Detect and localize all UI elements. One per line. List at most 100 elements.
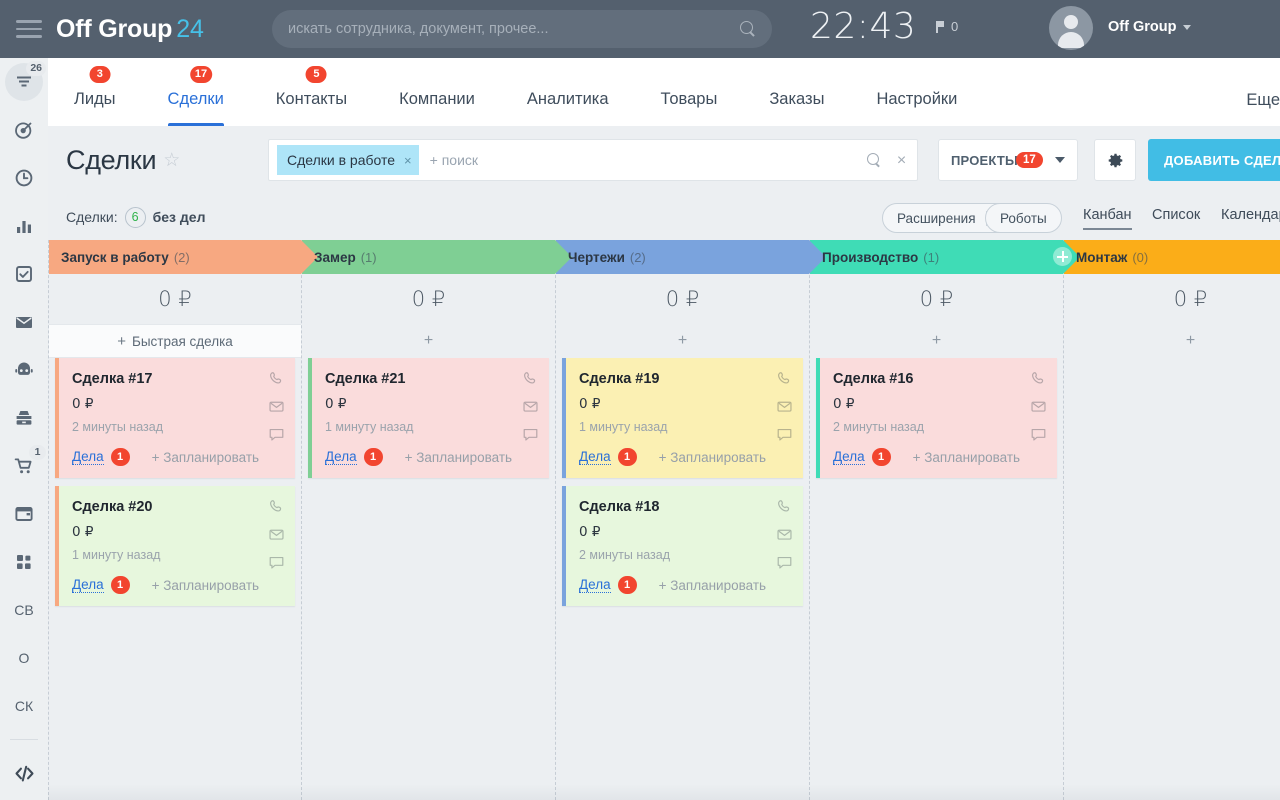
deal-card[interactable]: Сделка #180 ₽2 минуты назадДела1+ Заплан… xyxy=(562,486,803,606)
deal-card[interactable]: Сделка #210 ₽1 минуту назадДела1+ Заплан… xyxy=(308,358,549,478)
deal-activities-link[interactable]: Дела xyxy=(833,449,865,465)
plus-icon: + xyxy=(1186,332,1195,350)
envelope-icon[interactable] xyxy=(776,526,793,543)
sidebar-item-sk-section[interactable]: СК xyxy=(0,682,48,730)
tab-1[interactable]: 17Сделки xyxy=(168,90,224,126)
envelope-icon[interactable] xyxy=(268,526,285,543)
settings-button[interactable] xyxy=(1094,139,1136,181)
deal-actions-row: Дела1+ Запланировать xyxy=(579,576,789,606)
sidebar-item-sv-section[interactable]: СВ xyxy=(0,586,48,634)
user-menu[interactable]: Off Group xyxy=(1108,19,1191,35)
sidebar-item-o-section[interactable]: О xyxy=(0,634,48,682)
schedule-link[interactable]: + Запланировать xyxy=(659,450,766,465)
view-tab-kanban[interactable]: Канбан xyxy=(1083,207,1132,230)
envelope-icon[interactable] xyxy=(776,398,793,415)
chat-icon[interactable] xyxy=(776,554,793,571)
sidebar-item-developer[interactable] xyxy=(0,749,48,797)
stage-header[interactable]: Монтаж(0) xyxy=(1064,240,1280,274)
notifications-flag[interactable]: 0 xyxy=(936,19,958,34)
deal-sum: 0 ₽ xyxy=(325,396,535,412)
phone-icon[interactable] xyxy=(522,370,539,387)
sidebar-item-analytics[interactable] xyxy=(0,202,48,250)
envelope-icon xyxy=(14,312,34,332)
sidebar-item-sites[interactable] xyxy=(0,490,48,538)
schedule-link[interactable]: + Запланировать xyxy=(659,578,766,593)
clear-icon[interactable]: × xyxy=(894,153,909,168)
sidebar-item-applications[interactable] xyxy=(0,538,48,586)
deal-activities-link[interactable]: Дела xyxy=(579,577,611,593)
sidebar-item-label: СВ xyxy=(14,602,33,618)
tab-6[interactable]: Заказы xyxy=(769,90,824,126)
deal-activities-link[interactable]: Дела xyxy=(579,449,611,465)
brand-logo[interactable]: Off Group24 xyxy=(56,15,204,44)
phone-icon[interactable] xyxy=(776,370,793,387)
chat-icon[interactable] xyxy=(522,426,539,443)
deal-card[interactable]: Сделка #200 ₽1 минуту назадДела1+ Заплан… xyxy=(55,486,295,606)
add-stage-button[interactable] xyxy=(1053,247,1072,266)
add-deal-button[interactable]: ДОБАВИТЬ СДЕЛКУ xyxy=(1148,139,1280,181)
phone-icon[interactable] xyxy=(268,498,285,515)
chat-icon[interactable] xyxy=(268,554,285,571)
avatar[interactable] xyxy=(1049,6,1093,50)
sidebar-item-live-feed[interactable]: 26 xyxy=(0,58,48,106)
stage-header[interactable]: Чертежи(2) xyxy=(556,240,809,274)
add-card-button[interactable]: + xyxy=(302,324,555,358)
tab-3[interactable]: Компании xyxy=(399,90,475,126)
envelope-icon[interactable] xyxy=(1030,398,1047,415)
crm-kanban-page: Off Group24 искать сотрудника, документ,… xyxy=(0,0,1280,800)
stage-header[interactable]: Замер(1) xyxy=(302,240,555,274)
hamburger-icon[interactable] xyxy=(16,20,42,38)
robots-button[interactable]: Роботы xyxy=(985,203,1062,233)
sidebar-item-time[interactable] xyxy=(0,154,48,202)
projects-button[interactable]: ПРОЕКТЫ 17 xyxy=(938,139,1078,181)
sidebar-item-cashbox[interactable] xyxy=(0,394,48,442)
deal-activities-link[interactable]: Дела xyxy=(72,577,104,593)
deal-card[interactable]: Сделка #190 ₽1 минуту назадДела1+ Заплан… xyxy=(562,358,803,478)
global-search-input[interactable]: искать сотрудника, документ, прочее... xyxy=(272,10,772,48)
search-icon[interactable] xyxy=(867,153,882,168)
envelope-icon[interactable] xyxy=(268,398,285,415)
page-title: Сделки xyxy=(66,145,156,176)
envelope-icon[interactable] xyxy=(522,398,539,415)
schedule-link[interactable]: + Запланировать xyxy=(152,578,259,593)
filter-chip[interactable]: Сделки в работе × xyxy=(277,145,419,175)
star-outline-icon[interactable]: ☆ xyxy=(163,149,180,172)
tab-7[interactable]: Настройки xyxy=(876,90,957,126)
tab-2[interactable]: 5Контакты xyxy=(276,90,347,126)
schedule-link[interactable]: + Запланировать xyxy=(152,450,259,465)
chat-icon[interactable] xyxy=(1030,426,1047,443)
deal-card[interactable]: Сделка #160 ₽2 минуты назадДела1+ Заплан… xyxy=(816,358,1057,478)
schedule-link[interactable]: + Запланировать xyxy=(405,450,512,465)
card-action-icons xyxy=(268,498,285,571)
sidebar-item-tasks[interactable] xyxy=(0,250,48,298)
quick-deal-button[interactable]: +Быстрая сделка xyxy=(49,324,301,358)
chat-icon[interactable] xyxy=(776,426,793,443)
deal-card[interactable]: Сделка #170 ₽2 минуты назадДела1+ Заплан… xyxy=(55,358,295,478)
stage-header[interactable]: Запуск в работу(2) xyxy=(49,240,301,274)
phone-icon[interactable] xyxy=(776,498,793,515)
deal-activities-link[interactable]: Дела xyxy=(72,449,104,465)
tab-0[interactable]: 3Лиды xyxy=(74,90,116,126)
add-card-button[interactable]: + xyxy=(556,324,809,358)
tab-4[interactable]: Аналитика xyxy=(527,90,609,126)
view-tab-calendar[interactable]: Календарь xyxy=(1221,207,1280,228)
sidebar-item-mail[interactable] xyxy=(0,298,48,346)
add-card-button[interactable]: + xyxy=(1064,324,1280,358)
deal-activities-badge: 1 xyxy=(364,448,383,466)
sidebar-item-online-store[interactable]: 1 xyxy=(0,442,48,490)
close-icon[interactable]: × xyxy=(404,153,412,168)
schedule-link[interactable]: + Запланировать xyxy=(913,450,1020,465)
phone-icon[interactable] xyxy=(1030,370,1047,387)
stage-header[interactable]: Производство(1) xyxy=(810,240,1063,274)
add-card-button[interactable]: + xyxy=(810,324,1063,358)
filter-search-bar[interactable]: Сделки в работе × + поиск × xyxy=(268,139,918,181)
deal-activities-link[interactable]: Дела xyxy=(325,449,357,465)
chat-icon[interactable] xyxy=(268,426,285,443)
sidebar-item-crm[interactable] xyxy=(0,106,48,154)
tab-more[interactable]: Еще xyxy=(1246,91,1280,127)
phone-icon[interactable] xyxy=(268,370,285,387)
filter-search-placeholder[interactable]: + поиск xyxy=(430,152,861,168)
tab-5[interactable]: Товары xyxy=(661,90,718,126)
view-tab-list[interactable]: Список xyxy=(1152,207,1200,228)
sidebar-item-bots[interactable] xyxy=(0,346,48,394)
